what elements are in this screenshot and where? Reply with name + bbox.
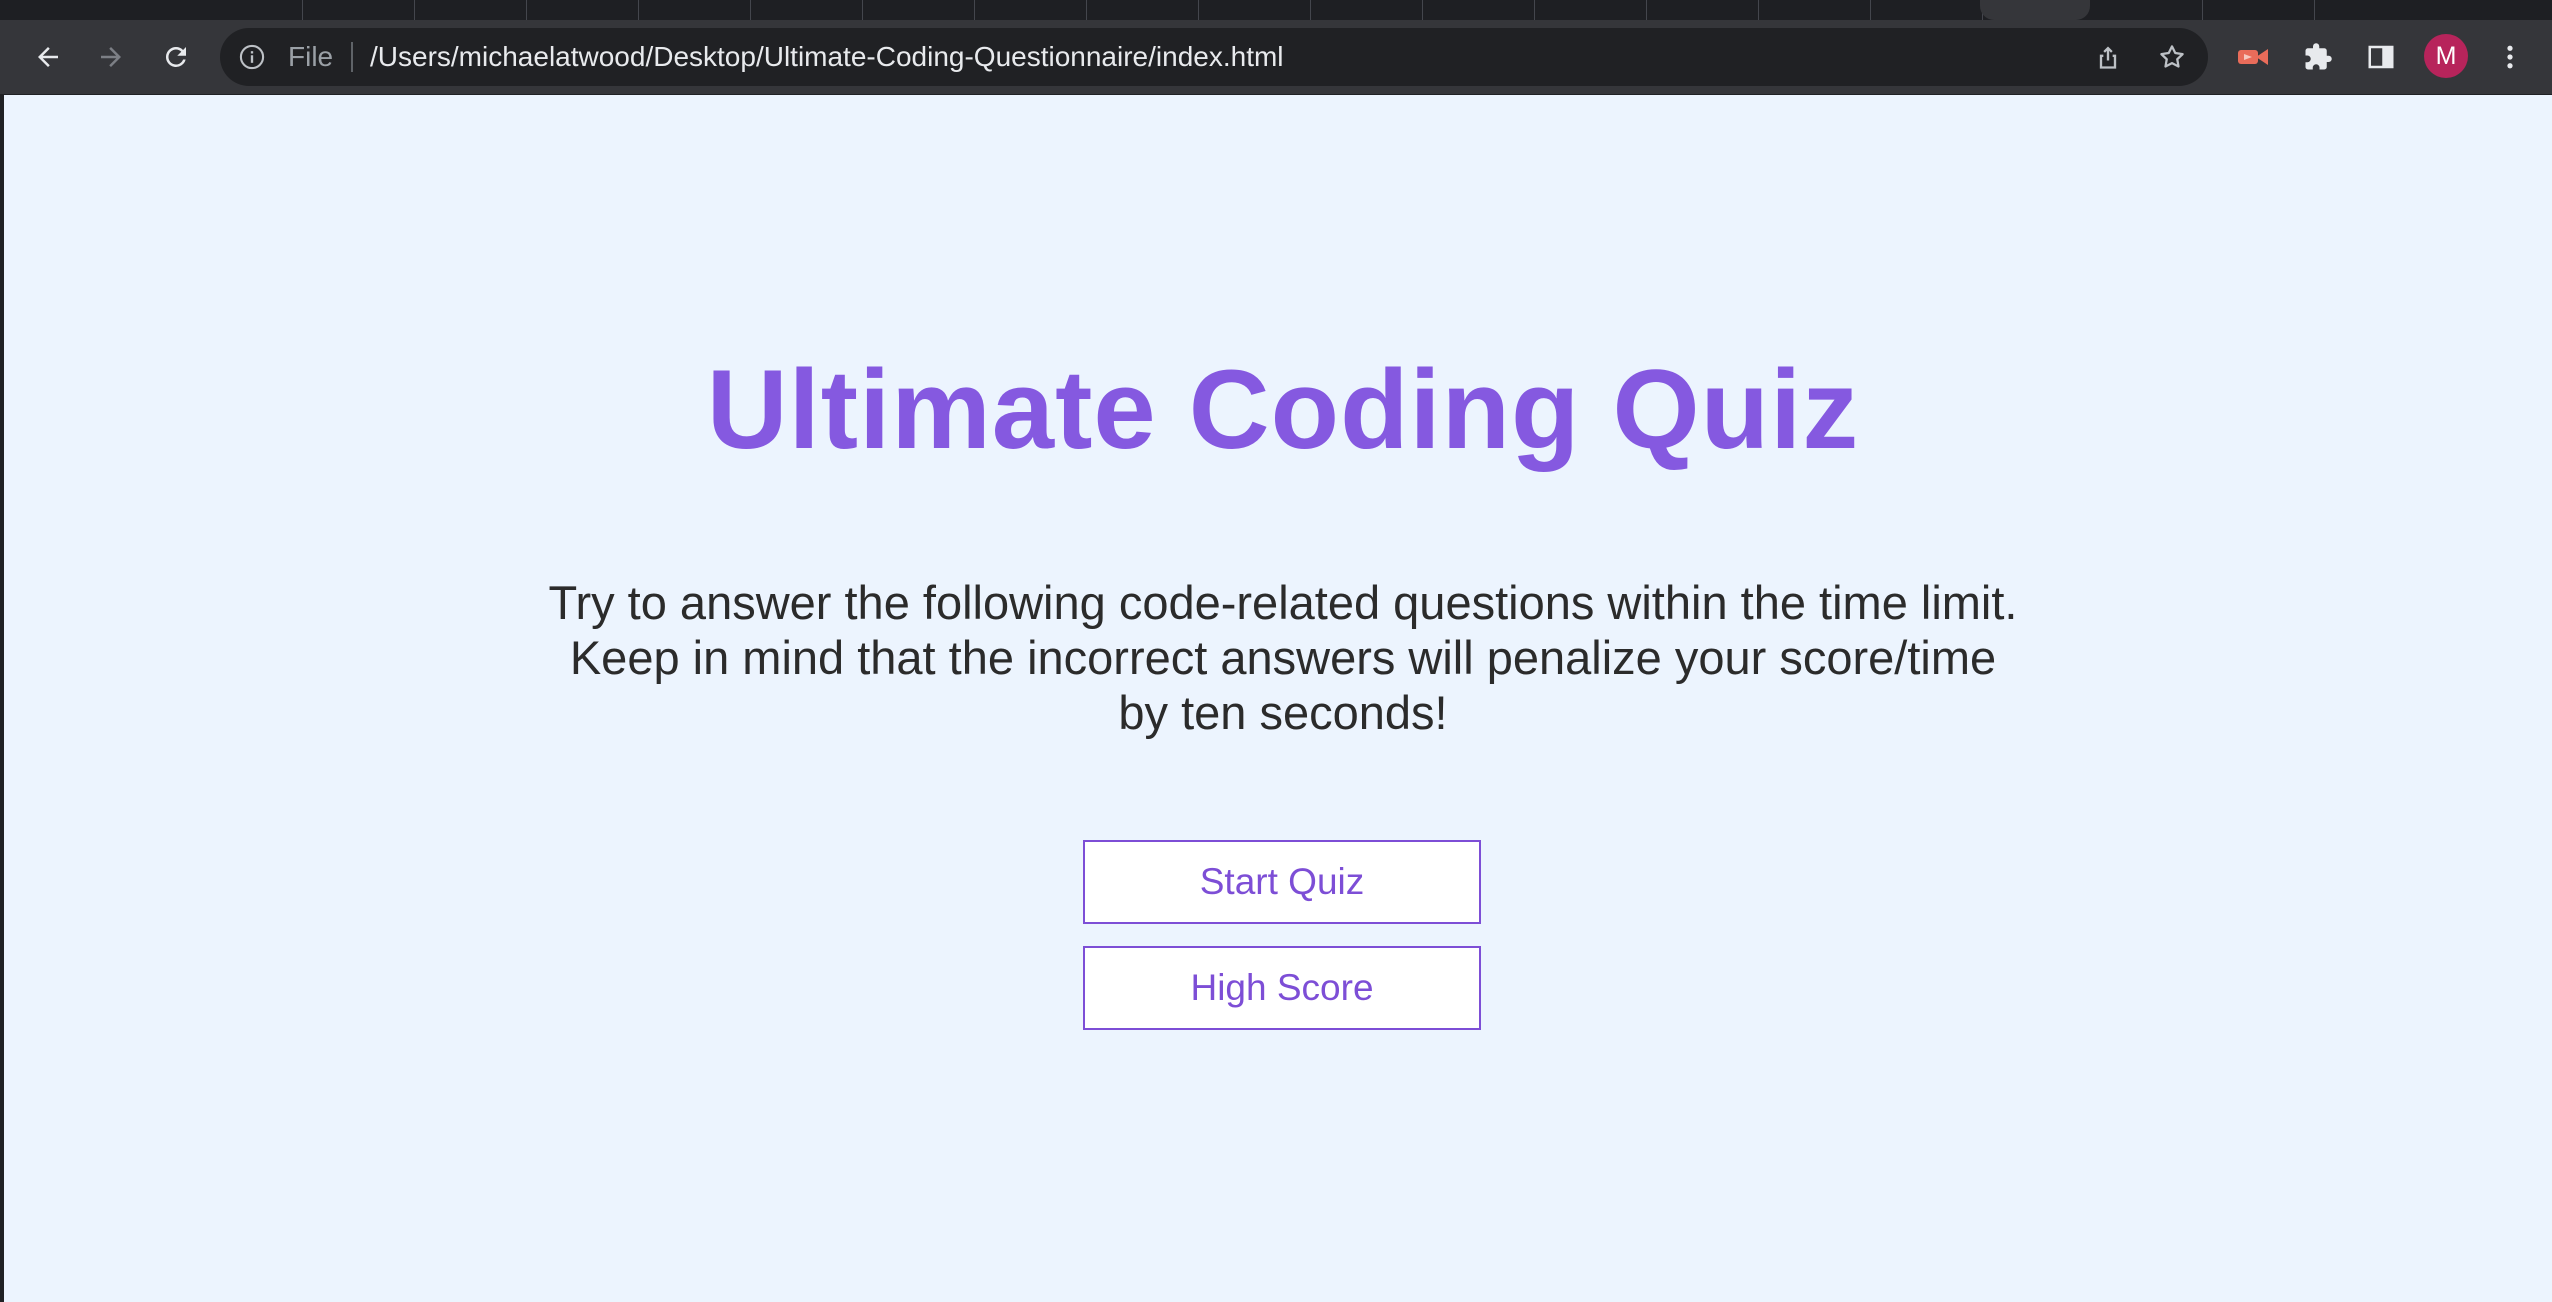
description-line: Keep in mind that the incorrect answers … xyxy=(569,631,1997,684)
browser-tab[interactable] xyxy=(2202,0,2315,20)
browser-tab[interactable] xyxy=(302,0,415,20)
share-button[interactable] xyxy=(2088,37,2128,77)
kebab-menu-icon xyxy=(2507,45,2513,69)
address-divider xyxy=(351,42,353,72)
reload-icon xyxy=(165,46,186,67)
browser-tab[interactable] xyxy=(2090,0,2203,20)
start-quiz-button[interactable]: Start Quiz xyxy=(1083,840,1481,924)
browser-tab[interactable] xyxy=(974,0,1087,20)
reload-button[interactable] xyxy=(152,33,200,81)
browser-tab[interactable] xyxy=(1758,0,1871,20)
forward-arrow-icon xyxy=(101,47,121,67)
browser-tab[interactable] xyxy=(750,0,863,20)
browser-tab[interactable] xyxy=(1310,0,1423,20)
address-bar[interactable]: File /Users/michaelatwood/Desktop/Ultima… xyxy=(220,28,2208,86)
browser-tab[interactable] xyxy=(190,0,303,20)
profile-avatar[interactable]: M xyxy=(2424,34,2468,78)
browser-tab[interactable] xyxy=(638,0,751,20)
scheme-label: File xyxy=(288,41,334,72)
browser-tab[interactable] xyxy=(1870,0,1983,20)
page-title: Ultimate Coding Quiz xyxy=(706,347,1860,472)
bookmark-button[interactable] xyxy=(2152,37,2192,77)
description-line: Try to answer the following code-related… xyxy=(548,576,2018,629)
browser-tab[interactable] xyxy=(526,0,639,20)
url-text[interactable]: /Users/michaelatwood/Desktop/Ultimate-Co… xyxy=(370,41,1284,73)
side-panel-button[interactable] xyxy=(2357,33,2405,81)
star-icon xyxy=(2160,45,2184,68)
high-score-button[interactable]: High Score xyxy=(1083,946,1481,1030)
extensions-menu-button[interactable] xyxy=(2294,33,2342,81)
share-icon xyxy=(2099,46,2117,69)
browser-tab[interactable] xyxy=(1198,0,1311,20)
screen-recorder-extension-icon xyxy=(2238,49,2268,65)
page-viewport: Ultimate Coding Quiz Try to answer the f… xyxy=(0,95,2552,1302)
active-browser-tab[interactable] xyxy=(1980,0,2090,20)
browser-tab[interactable] xyxy=(1534,0,1647,20)
browser-tab[interactable] xyxy=(862,0,975,20)
tab-strip xyxy=(0,0,2552,20)
browser-toolbar: File /Users/michaelatwood/Desktop/Ultima… xyxy=(0,20,2552,95)
extension-button[interactable] xyxy=(2229,33,2277,81)
puzzle-icon xyxy=(2305,43,2332,70)
side-panel-icon xyxy=(2368,45,2394,69)
back-button[interactable] xyxy=(24,33,72,81)
info-icon[interactable] xyxy=(238,43,266,71)
browser-tab[interactable] xyxy=(1422,0,1535,20)
forward-button[interactable] xyxy=(87,33,135,81)
browser-tab[interactable] xyxy=(414,0,527,20)
description-line: by ten seconds! xyxy=(1118,686,1448,739)
back-arrow-icon xyxy=(38,47,58,67)
browser-tab[interactable] xyxy=(1646,0,1759,20)
quiz-description: Try to answer the following code-related… xyxy=(504,575,2062,740)
browser-tab[interactable] xyxy=(1086,0,1199,20)
browser-menu-button[interactable] xyxy=(2486,33,2534,81)
